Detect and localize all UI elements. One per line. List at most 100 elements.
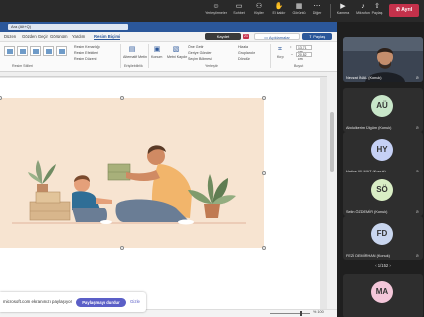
picture-effects-button[interactable]: Resim Efektleri [74, 51, 98, 55]
camera-button[interactable]: ▶ Kamera [332, 2, 354, 20]
resize-handle[interactable] [262, 96, 266, 100]
selected-picture[interactable] [0, 98, 264, 248]
smile-icon: ☺ [212, 3, 220, 10]
search-input[interactable]: Ara (Alt+Q) [8, 24, 128, 30]
selection-pane-button[interactable]: Seçim Bölmesi [188, 57, 212, 61]
send-backward-button[interactable]: Geriye Gönder [188, 51, 212, 55]
bring-forward-button[interactable]: Öne Getir [188, 45, 204, 49]
participant-tile[interactable]: SÖ Selin ÖZDEMİR (Konuk) ⊘ [343, 172, 423, 216]
style-preview [7, 49, 13, 54]
width-icon: ↔ [290, 52, 294, 56]
tab-review[interactable]: Gözden Geçir [22, 34, 48, 39]
style-preview [59, 49, 65, 54]
more-icon: ⋯ [313, 3, 321, 10]
width-field[interactable]: 20,52 cm [296, 52, 312, 61]
style-preview [20, 49, 26, 54]
wrap-text-icon[interactable]: ▧ [171, 45, 181, 54]
ribbon-separator [270, 44, 271, 68]
hide-button[interactable]: Gizle [130, 299, 140, 304]
alt-text-button[interactable]: Alternatif Metin [123, 55, 147, 59]
picture-style-1[interactable] [4, 46, 15, 56]
vertical-scrollbar[interactable] [327, 72, 337, 309]
picture-layout-button[interactable]: Resim Düzeni [74, 57, 96, 61]
raise-hand-button[interactable]: ✋ El kaldır [268, 2, 290, 20]
participant-tile[interactable]: FD FEZİ DEMİRHAN (Konuk) ⊘ [343, 216, 423, 260]
group-arrange: Yerleştir [205, 64, 218, 68]
group-size: Boyut [294, 64, 304, 68]
word-window: Ara (Alt+Q) Düzen Gözden Geçir Görünüm Y… [0, 22, 337, 317]
tab-layout[interactable]: Düzen [4, 34, 16, 39]
mic-muted-icon: ⊘ [415, 125, 419, 130]
chat-button[interactable]: ▭ Sohbet [228, 2, 250, 20]
chevron-right-icon[interactable]: › [388, 263, 390, 268]
avatar: FD [371, 223, 393, 245]
alt-text-icon[interactable]: ▤ [127, 45, 137, 54]
crop-button[interactable]: Kırp [277, 55, 284, 59]
notification-badge: 21 [243, 34, 249, 39]
participant-tile[interactable]: MA [343, 274, 423, 317]
tab-view[interactable]: Görünüm [50, 34, 67, 39]
leave-button[interactable]: ✆ Ayrıl [389, 4, 419, 17]
picture-style-2[interactable] [17, 46, 28, 56]
avatar: MA [371, 281, 393, 303]
group-picture-styles: Resim Stilleri [12, 64, 33, 68]
sharing-notification: microsoft.com ekranınızı paylaşıyor Payl… [0, 292, 146, 312]
participant-tile[interactable]: AÜ Abdulkerim Ülgüm (Konuk) ⊘ [343, 88, 423, 132]
mic-muted-icon: ⊘ [415, 253, 419, 258]
tab-help[interactable]: Yardım [72, 34, 85, 39]
comments-button[interactable]: ▭ Açıklamalar [254, 33, 300, 40]
style-preview [33, 49, 39, 54]
avatar: HY [371, 139, 393, 161]
people-icon: ⚇ [255, 3, 263, 10]
ribbon: Resim Stilleri Resim Kenarlığı Resim Efe… [0, 42, 337, 72]
screen: ☺ Yerleştirmeler ▭ Sohbet ⚇ Kişiler ✋ El… [0, 0, 424, 317]
participant-name: FEZİ DEMİRHAN (Konuk) [346, 254, 390, 258]
share-button[interactable]: ⇧ Paylaş [366, 2, 388, 20]
height-field[interactable]: 13,71 cm [296, 45, 312, 54]
participant-name: Nevzat İNAL (Konuk) [346, 76, 382, 80]
word-title-bar: Ara (Alt+Q) [0, 22, 337, 32]
crop-icon[interactable]: ⌗ [275, 45, 285, 54]
zoom-level[interactable]: % 100 [313, 310, 324, 314]
camera-icon: ▶ [340, 3, 346, 10]
participant-name: Abdulkerim Ülgüm (Konuk) [346, 126, 392, 130]
participant-video[interactable]: Nevzat İNAL (Konuk) ⊘ [343, 37, 423, 82]
stop-sharing-button[interactable]: Paylaşmayı durdur [76, 298, 126, 307]
participant-pager[interactable]: ‹ 1/152 › [343, 262, 423, 270]
saved-status[interactable]: Kaydet [205, 33, 241, 40]
resize-handle[interactable] [262, 171, 266, 175]
zoom-slider[interactable] [270, 313, 310, 314]
share-doc-button[interactable]: ⇪ Paylaş [302, 33, 332, 40]
more-button[interactable]: ⋯ Diğer [306, 2, 328, 20]
picture-style-3[interactable] [30, 46, 41, 56]
rotate-button[interactable]: Döndür [238, 57, 250, 61]
resize-handle[interactable] [120, 96, 124, 100]
position-icon[interactable]: ▣ [152, 45, 162, 54]
picture-border-button[interactable]: Resim Kenarlığı [74, 45, 100, 49]
father-child-illustration [0, 98, 264, 248]
reactions-button[interactable]: ☺ Yerleştirmeler [205, 2, 227, 20]
resize-handle[interactable] [120, 246, 124, 250]
avatar: SÖ [371, 179, 393, 201]
wrap-text-button[interactable]: Metni Kaydır [167, 55, 187, 59]
participant-name: Selin ÖZDEMİR (Konuk) [346, 210, 388, 214]
hand-icon: ✋ [274, 3, 284, 10]
document-page[interactable] [0, 78, 320, 309]
ribbon-separator [148, 44, 149, 68]
align-button[interactable]: Hizala [238, 45, 248, 49]
chat-icon: ▭ [235, 3, 243, 10]
ribbon-tabs: Düzen Gözden Geçir Görünüm Yardım Resim … [0, 32, 337, 42]
share-icon: ⇧ [374, 3, 380, 10]
picture-style-5[interactable] [56, 46, 67, 56]
picture-style-4[interactable] [43, 46, 54, 56]
tab-picture-format[interactable]: Resim Biçimi [94, 34, 121, 40]
people-button[interactable]: ⚇ Kişiler [248, 2, 270, 20]
participants-panel: Nevzat İNAL (Konuk) ⊘ AÜ Abdulkerim Ülgü… [337, 22, 424, 317]
position-button[interactable]: Konum [151, 55, 162, 59]
group-button[interactable]: Gruplandır [238, 51, 255, 55]
scrollbar-thumb[interactable] [330, 112, 334, 172]
zoom-slider-thumb[interactable] [300, 311, 302, 316]
participant-tile[interactable]: HY Hatice YILMAZ (Konuk) ⊘ [343, 132, 423, 176]
resize-handle[interactable] [262, 246, 266, 250]
ruler [0, 72, 337, 77]
